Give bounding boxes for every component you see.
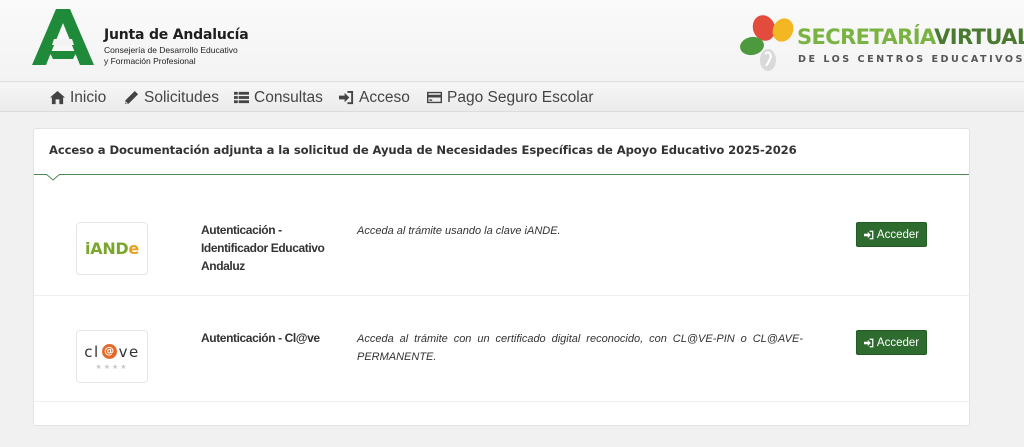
nav-item-pago-seguro-escolar[interactable]: Pago Seguro Escolar: [427, 83, 593, 112]
pencil-icon: [124, 90, 139, 105]
button-label: Acceder: [876, 336, 920, 349]
sign-in-icon: [339, 90, 354, 105]
home-icon: [50, 90, 65, 105]
org-subtitle-line2: y Formación Profesional: [104, 56, 196, 66]
panel-title: Acceso a Documentación adjunta a la soli…: [49, 143, 797, 157]
auth-option-clave: cl @ ve ★★★★ Autenticación - Cl@ve Acceda …: [34, 299, 969, 405]
nav-item-inicio[interactable]: Inicio: [50, 83, 106, 112]
access-panel: Acceso a Documentación adjunta a la soli…: [33, 128, 970, 426]
row-divider: [34, 295, 969, 296]
panel-header-divider: [34, 174, 969, 175]
button-label: Acceder: [876, 228, 920, 241]
clave-logo-text: cl @ ve: [84, 342, 140, 361]
auth-option-description: Acceda al trámite usando la clave iANDE.: [357, 225, 561, 237]
auth-option-name: Autenticación - Identificador Educativo …: [201, 223, 325, 273]
sign-in-icon: [863, 338, 874, 347]
nav-item-label: Inicio: [70, 88, 107, 106]
clave-logo-stars: ★★★★: [95, 362, 129, 371]
acceder-button-clave[interactable]: Acceder: [856, 330, 927, 355]
auth-option-name: Autenticación - Cl@ve: [201, 331, 320, 345]
nav-item-solicitudes[interactable]: Solicitudes: [124, 83, 219, 112]
iande-logo-text: iANDe: [85, 239, 139, 258]
junta-andalucia-logo[interactable]: [32, 7, 94, 67]
site-header: Junta de Andalucía Consejería de Desarro…: [0, 0, 1024, 82]
auth-option-iande: iANDe Autenticación - Identificador Educ…: [34, 191, 969, 297]
clave-logo: cl @ ve ★★★★: [76, 330, 148, 383]
auth-option-description: Acceda al trámite con un certificado dig…: [357, 333, 803, 363]
nav-item-label: Acceso: [359, 88, 410, 106]
org-title: Junta de Andalucía: [104, 27, 249, 43]
nav-item-label: Solicitudes: [144, 88, 219, 106]
row-divider: [34, 401, 969, 402]
main-nav: Inicio Solicitudes Consultas Acceso Pago…: [0, 83, 1024, 112]
brand-title: SECRETARÍAVIRTUAL: [797, 25, 1024, 49]
secretaria-virtual-logo[interactable]: [738, 12, 798, 74]
nav-item-label: Pago Seguro Escolar: [447, 88, 594, 106]
panel-notch: [46, 174, 60, 181]
credit-card-icon: [427, 91, 442, 104]
nav-item-label: Consultas: [254, 88, 323, 106]
org-subtitle-line1: Consejería de Desarrollo Educativo: [104, 45, 238, 55]
nav-item-consultas[interactable]: Consultas: [234, 83, 323, 112]
brand-subtitle: DE LOS CENTROS EDUCATIVOS: [798, 54, 1024, 65]
list-icon: [234, 91, 249, 104]
sign-in-icon: [863, 230, 874, 239]
acceder-button-iande[interactable]: Acceder: [856, 222, 927, 247]
nav-item-acceso[interactable]: Acceso: [339, 83, 410, 112]
iande-logo: iANDe: [76, 222, 148, 275]
